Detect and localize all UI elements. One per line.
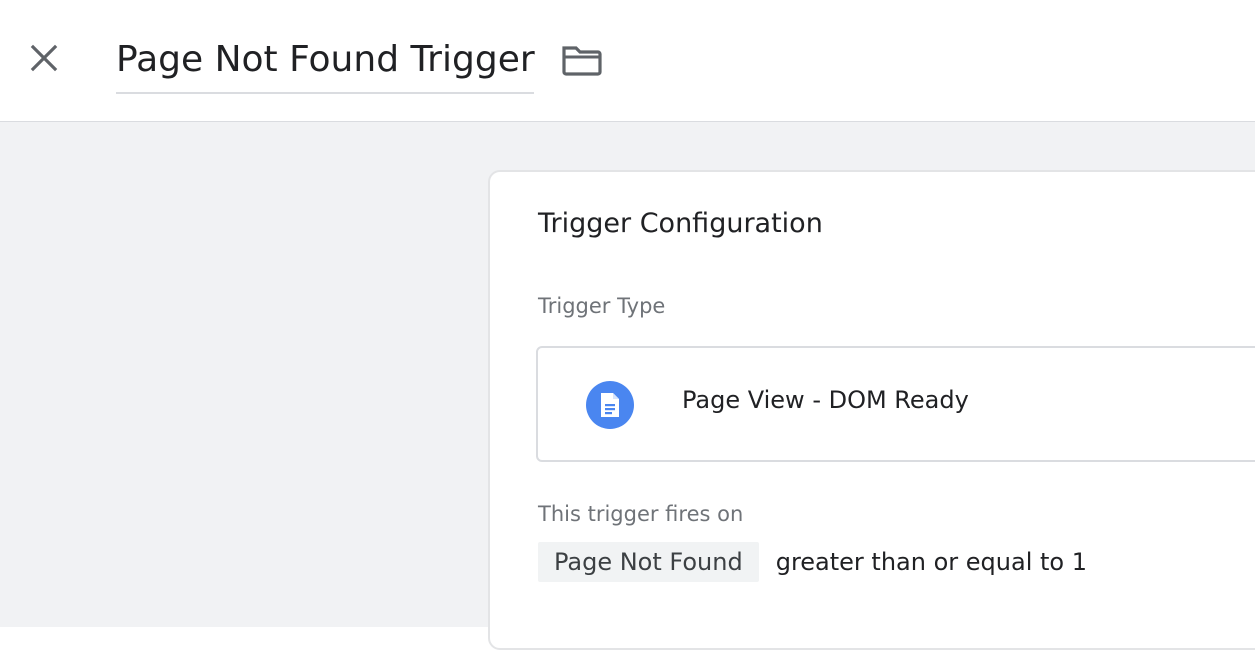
condition-operator-value: greater than or equal to 1 [775,548,1087,576]
editor-content-area: Trigger Configuration Trigger Type Page … [0,122,1255,650]
trigger-configuration-card[interactable]: Trigger Configuration Trigger Type Page … [488,170,1255,650]
trigger-type-selector[interactable]: Page View - DOM Ready [536,346,1255,462]
trigger-editor-header: Page Not Found Trigger [0,0,1255,122]
folder-button[interactable] [558,40,606,84]
trigger-type-label: Trigger Type [538,294,666,318]
card-title: Trigger Configuration [538,208,823,239]
close-button[interactable] [22,38,66,82]
trigger-name-field[interactable]: Page Not Found Trigger [116,36,535,94]
trigger-condition: Page Not Found greater than or equal to … [538,542,1087,582]
close-icon [28,42,60,78]
trigger-type-name: Page View - DOM Ready [682,386,969,414]
folder-icon [560,42,604,82]
document-icon [586,381,634,429]
trigger-name-text: Page Not Found Trigger [116,39,535,80]
condition-variable-chip: Page Not Found [538,542,759,582]
fires-on-label: This trigger fires on [538,502,744,526]
